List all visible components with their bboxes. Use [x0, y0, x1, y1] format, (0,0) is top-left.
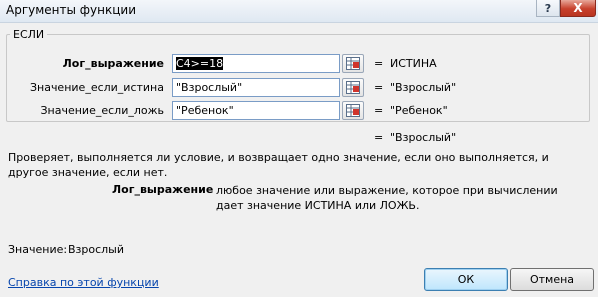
arg-result-logical-test: ИСТИНА	[390, 57, 437, 70]
arg-label-value-if-false: Значение_если_ложь	[40, 104, 164, 117]
range-select-icon[interactable]	[342, 54, 364, 73]
param-help-text: любое значение или выражение, которое пр…	[216, 184, 558, 212]
function-arguments-dialog: Аргументы функции ? X ЕСЛИ Лог_выражение…	[0, 0, 598, 297]
param-help-name: Лог_выражение	[112, 183, 214, 196]
arg-input-value-if-false[interactable]: "Ребенок"	[172, 101, 340, 120]
arg-input-value: C4>=18	[176, 57, 224, 70]
arg-result-value-if-true: "Взрослый"	[390, 81, 457, 94]
value-label: Значение:	[8, 243, 68, 256]
value-text: Взрослый	[68, 243, 125, 256]
arg-label-value-if-true: Значение_если_истина	[29, 81, 164, 94]
cancel-button[interactable]: Отмена	[510, 268, 594, 291]
dialog-title: Аргументы функции	[6, 3, 137, 17]
formula-result: "Взрослый"	[390, 131, 457, 144]
title-bar[interactable]: Аргументы функции ? X	[0, 0, 598, 23]
equals-sign: =	[374, 131, 384, 144]
function-description: Проверяет, выполняется ли условие, и воз…	[8, 151, 549, 179]
arg-result-value-if-false: "Ребенок"	[390, 104, 448, 117]
help-link[interactable]: Справка по этой функции	[8, 276, 159, 289]
ok-button[interactable]: ОК	[424, 268, 508, 291]
arg-label-logical-test: Лог_выражение	[62, 57, 164, 70]
range-select-icon[interactable]	[342, 78, 364, 97]
equals-sign: =	[374, 81, 384, 94]
function-name: ЕСЛИ	[10, 28, 48, 41]
close-icon[interactable]: X	[560, 0, 596, 17]
equals-sign: =	[374, 57, 384, 70]
range-select-icon[interactable]	[342, 101, 364, 120]
equals-sign: =	[374, 104, 384, 117]
arg-input-value-if-true[interactable]: "Взрослый"	[172, 78, 340, 97]
arg-input-logical-test[interactable]: C4>=18	[172, 54, 340, 73]
help-icon[interactable]: ?	[536, 0, 560, 17]
